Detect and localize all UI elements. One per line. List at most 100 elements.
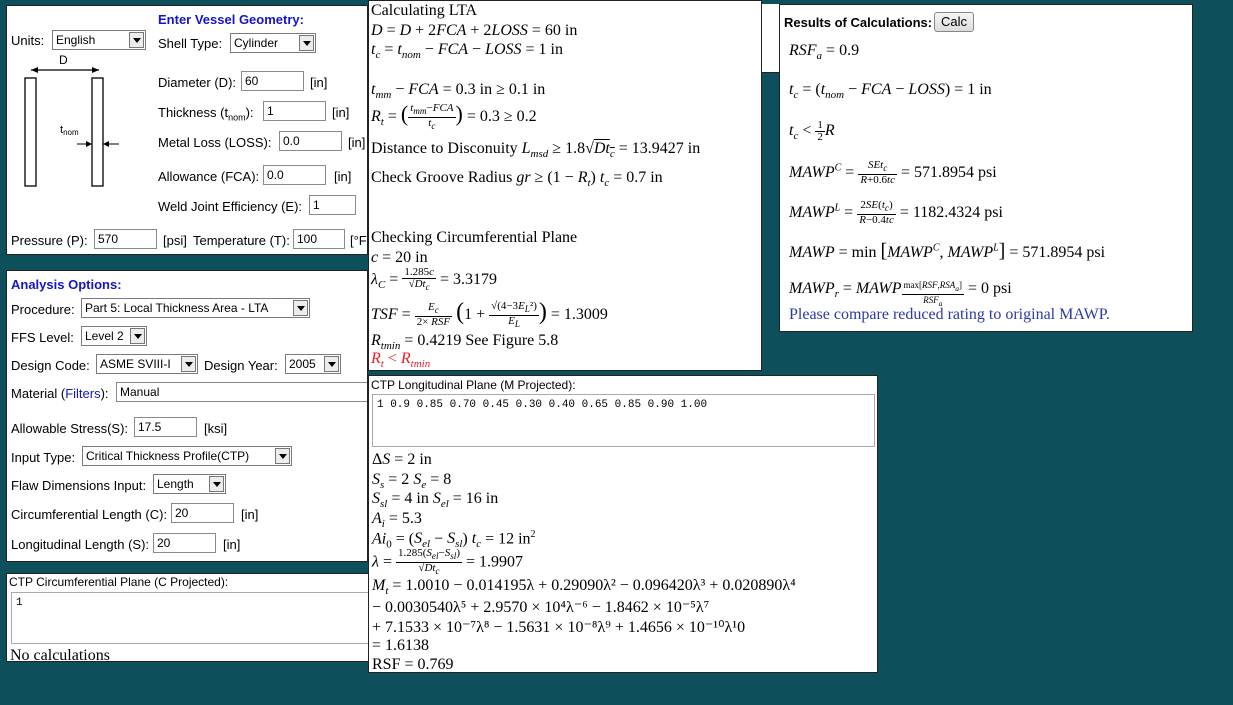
lta-title: Calculating LTA (371, 2, 478, 19)
pressure-label: Pressure (P): (11, 233, 88, 248)
rt-equation: Rt = (tmm−FCA tc) = 0.3 ≥ 0.2 (371, 101, 537, 132)
procedure-value: Part 5: Local Thickness Area - LTA (85, 301, 269, 315)
chevron-down-icon (209, 476, 224, 492)
ffs-label: FFS Level: (11, 330, 74, 345)
lambda-equation: λ = 1.285(Sel−Ssl) √Dtc = 1.9907 (372, 547, 524, 577)
units-value: English (56, 33, 96, 47)
fca-label: Allowance (FCA): (158, 169, 260, 184)
mawpr-equation: MAWPr = MAWP max[RSF,RSAa] RSFa = 0 psi (789, 280, 1012, 308)
chevron-down-icon (129, 32, 144, 48)
tc-equation: tc = tnom − FCA − LOSS = 1 in (371, 41, 563, 62)
flaw-value: Length (157, 477, 194, 491)
ctp-circumferential-panel: CTP Circumferential Plane (C Projected):… (6, 573, 378, 662)
shell-wall-left (24, 77, 37, 187)
results-panel: Results of Calculations: Calc RSFa = 0.9… (779, 4, 1193, 332)
shell-type-label: Shell Type: (158, 36, 223, 51)
calc-button[interactable]: Calc (934, 12, 975, 32)
rt-warning: Rt < Rtmin (371, 350, 431, 371)
design-code-value: ASME SVIII-I (100, 357, 171, 371)
circ-length-input[interactable]: 20 (171, 503, 234, 523)
material-label: Material (Filters): (11, 386, 109, 401)
chevron-down-icon (130, 328, 145, 344)
pressure-unit: [psi] (163, 233, 187, 248)
distance-equation: Distance to Disconuity Lmsd ≥ 1.8√Dtc = … (371, 140, 701, 161)
c-equation: c = 20 in (371, 249, 428, 266)
mawp-equation: MAWP = min [MAWPC, MAWPL] = 571.8954 psi (789, 240, 1106, 262)
units-select[interactable]: English (52, 30, 146, 50)
stress-label: Allowable Stress(S): (11, 421, 129, 436)
mawpl-equation: MAWPL = 2SE(tc) R−0.4tc = 1182.4324 psi (789, 199, 1003, 227)
shell-type-value: Cylinder (234, 36, 279, 50)
ssl-sel-equation: Ssl = 4 in Sel = 16 in (372, 490, 499, 511)
units-label: Units: (11, 33, 45, 48)
design-year-label: Design Year: (204, 358, 278, 373)
circ-length-label: Circumferential Length (C): (11, 507, 168, 522)
lambda-c-equation: λC = 1.285c √Dtc = 3.3179 (371, 266, 497, 293)
circ-length-unit: [in] (241, 507, 259, 522)
vessel-geometry-panel: Enter Vessel Geometry: Units: English Sh… (6, 5, 368, 255)
long-length-label: Longitudinal Length (S): (11, 537, 150, 552)
diagram-t-label: tnom (60, 124, 79, 137)
long-length-input[interactable]: 20 (153, 533, 216, 553)
design-code-select[interactable]: ASME SVIII-I (96, 354, 198, 374)
temperature-label: Temperature (T): (193, 233, 290, 248)
material-input[interactable]: Manual (116, 382, 367, 402)
procedure-label: Procedure: (11, 302, 75, 317)
ai-equation: Ai = 5.3 (372, 510, 422, 531)
diameter-unit: [in] (310, 75, 328, 90)
fca-input[interactable]: 0.0 (263, 165, 326, 185)
thickness-unit: [in] (332, 105, 350, 120)
mawpc-equation: MAWPC = SEtc R+0.6tc = 571.8954 psi (789, 159, 997, 187)
geometry-header: Enter Vessel Geometry: (158, 12, 304, 27)
loss-input[interactable]: 0.0 (279, 131, 342, 151)
ss-se-equation: Ss = 2 Se = 8 (372, 471, 452, 492)
ctp-long-textarea[interactable]: 1 0.9 0.85 0.70 0.45 0.30 0.40 0.65 0.85… (372, 394, 875, 447)
input-type-value: Critical Thickness Profile(CTP) (86, 449, 250, 463)
results-header: Results of Calculations: (784, 15, 933, 30)
tmm-equation: tmm − FCA = 0.3 in ≥ 0.1 in (371, 81, 546, 102)
rsf-result: RSF = 0.769 (372, 656, 454, 673)
temperature-input[interactable]: 100 (293, 229, 345, 249)
ffs-value: Level 2 (85, 329, 124, 343)
chevron-down-icon (324, 356, 339, 372)
diameter-label: Diameter (D): (158, 75, 237, 90)
flaw-label: Flaw Dimensions Input: (11, 478, 147, 493)
filters-link[interactable]: Filters (65, 386, 100, 401)
groove-equation: Check Groove Radius gr ≥ (1 − Rt) tc = 0… (371, 169, 663, 190)
flaw-select[interactable]: Length (153, 474, 226, 494)
loss-unit: [in] (348, 135, 366, 150)
chevron-down-icon (181, 356, 196, 372)
mt-equation-line2: − 0.0030540λ⁵ + 2.9570 × 10⁴λ⁻⁶ − 1.8462… (372, 599, 710, 616)
d-equation: D = D + 2FCA + 2LOSS = 60 in (371, 22, 578, 39)
pressure-input[interactable]: 570 (94, 229, 157, 249)
design-year-select[interactable]: 2005 (285, 354, 341, 374)
shell-wall-right (91, 77, 104, 187)
ctp-long-title: CTP Longitudinal Plane (M Projected): (371, 378, 576, 392)
stress-input[interactable]: 17.5 (134, 417, 197, 437)
mt-equation-line1: Mt = 1.0010 − 0.014195λ + 0.29090λ² − 0.… (372, 577, 796, 598)
ctp-circ-textarea[interactable]: 1 (11, 592, 377, 644)
chevron-down-icon (293, 300, 308, 316)
diagram-d-label: D (59, 53, 68, 67)
thickness-label: Thickness (tnom): (158, 105, 254, 123)
diameter-input[interactable]: 60 (241, 71, 304, 91)
compare-note: Please compare reduced rating to origina… (789, 306, 1110, 323)
tc-result-equation: tc = (tnom − FCA − LOSS) = 1 in (789, 81, 992, 102)
shell-type-select[interactable]: Cylinder (230, 33, 316, 53)
temperature-unit: [°F (350, 233, 367, 248)
weld-label: Weld Joint Efficiency (E): (158, 199, 303, 214)
input-type-select[interactable]: Critical Thickness Profile(CTP) (82, 446, 292, 466)
ctp-longitudinal-panel: CTP Longitudinal Plane (M Projected): 1 … (368, 375, 878, 673)
thickness-input[interactable]: 1 (263, 101, 326, 121)
circ-plane-title: Checking Circumferential Plane (371, 229, 578, 246)
options-header: Analysis Options: (11, 277, 122, 292)
ds-equation: ΔS = 2 in (372, 451, 432, 468)
long-length-unit: [in] (223, 537, 241, 552)
weld-input[interactable]: 1 (309, 195, 356, 215)
analysis-options-panel: Analysis Options: Procedure: Part 5: Loc… (6, 270, 368, 562)
ffs-select[interactable]: Level 2 (81, 326, 147, 346)
fca-unit: [in] (334, 169, 352, 184)
design-code-label: Design Code: (11, 358, 90, 373)
procedure-select[interactable]: Part 5: Local Thickness Area - LTA (81, 298, 310, 318)
tc-check-equation: tc < 12R (789, 119, 835, 143)
